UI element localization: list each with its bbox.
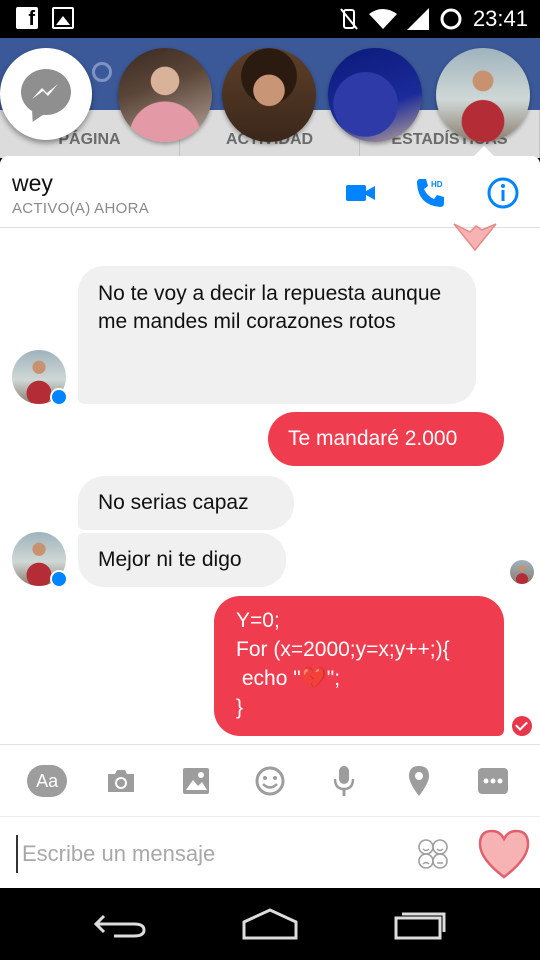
video-call-icon[interactable] [344,176,378,210]
info-icon[interactable] [486,176,520,210]
broken-heart-icon [453,223,497,252]
composer-toolbar: Aa [0,744,540,816]
more-button[interactable] [472,760,514,802]
vibrate-off-icon [340,8,358,30]
read-receipt-avatar [510,560,534,584]
sticker-button[interactable] [249,760,291,802]
home-icon[interactable] [240,906,300,942]
messenger-badge-icon [50,570,68,588]
camera-icon [108,769,135,792]
composer [0,816,540,888]
message-incoming[interactable]: No te voy a decir la repuesta aunque me … [78,266,476,404]
image-icon [182,767,209,794]
location-button[interactable] [398,760,440,802]
chat-head-active[interactable] [436,48,530,142]
messenger-badge-icon [50,388,68,406]
message-line: Y=0; [236,609,280,632]
battery-ring-icon [440,8,462,30]
status-notifications: f [16,7,74,30]
message-incoming[interactable]: No serias capaz [78,476,294,530]
contact-name[interactable]: wey [12,170,53,197]
message-line: echo "💔"; [236,667,341,690]
voice-button[interactable] [323,760,365,802]
wifi-icon [368,9,397,29]
message-outgoing[interactable]: Te mandaré 2.000 [268,412,504,466]
chat-head-contact[interactable] [118,48,212,142]
svg-text:HD: HD [431,180,443,189]
sticker-icon [255,766,285,795]
system-nav-bar [0,888,540,960]
gallery-button[interactable] [175,760,217,802]
text-format-icon: Aa [27,764,68,797]
chat-header: wey ACTIVO(A) AHORA HD [0,156,540,228]
delivered-check-icon [512,716,532,736]
text-format-button[interactable]: Aa [26,760,68,802]
contact-avatar[interactable] [12,350,68,406]
contact-avatar[interactable] [12,532,68,588]
active-head-pointer [474,146,494,156]
location-icon [408,765,429,796]
emoji-icon[interactable] [416,837,450,871]
chat-head-contact[interactable] [328,48,422,142]
status-indicators: 23:41 [339,5,528,33]
messenger-bolt-icon [32,84,58,99]
message-input[interactable] [16,835,396,873]
microphone-icon [334,765,355,796]
contact-status: ACTIVO(A) AHORA [12,200,150,217]
recent-apps-icon[interactable] [390,906,450,942]
chat-panel: wey ACTIVO(A) AHORA HD No te voy a decir… [0,156,540,888]
more-icon [477,767,508,794]
image-notification-icon [52,7,74,29]
chat-head-contact[interactable] [222,48,316,142]
chat-heads [0,48,540,142]
message-incoming[interactable]: Mejor ni te digo [78,533,286,587]
message-outgoing[interactable]: Y=0; For (x=2000;y=x;y++;){ echo "💔"; } [214,596,504,736]
send-heart-icon[interactable] [476,827,532,881]
message-list[interactable]: No te voy a decir la repuesta aunque me … [0,223,540,744]
status-time: 23:41 [472,6,528,31]
messenger-home-button[interactable] [0,48,92,140]
back-icon[interactable] [90,906,150,942]
signal-icon [406,8,429,30]
status-bar: f 23:41 [0,0,540,38]
camera-button[interactable] [100,760,142,802]
hd-call-icon[interactable]: HD [414,176,448,210]
message-line: For (x=2000;y=x;y++;){ [236,638,450,661]
message-line: } [236,696,244,719]
facebook-notification-icon: f [16,7,38,30]
